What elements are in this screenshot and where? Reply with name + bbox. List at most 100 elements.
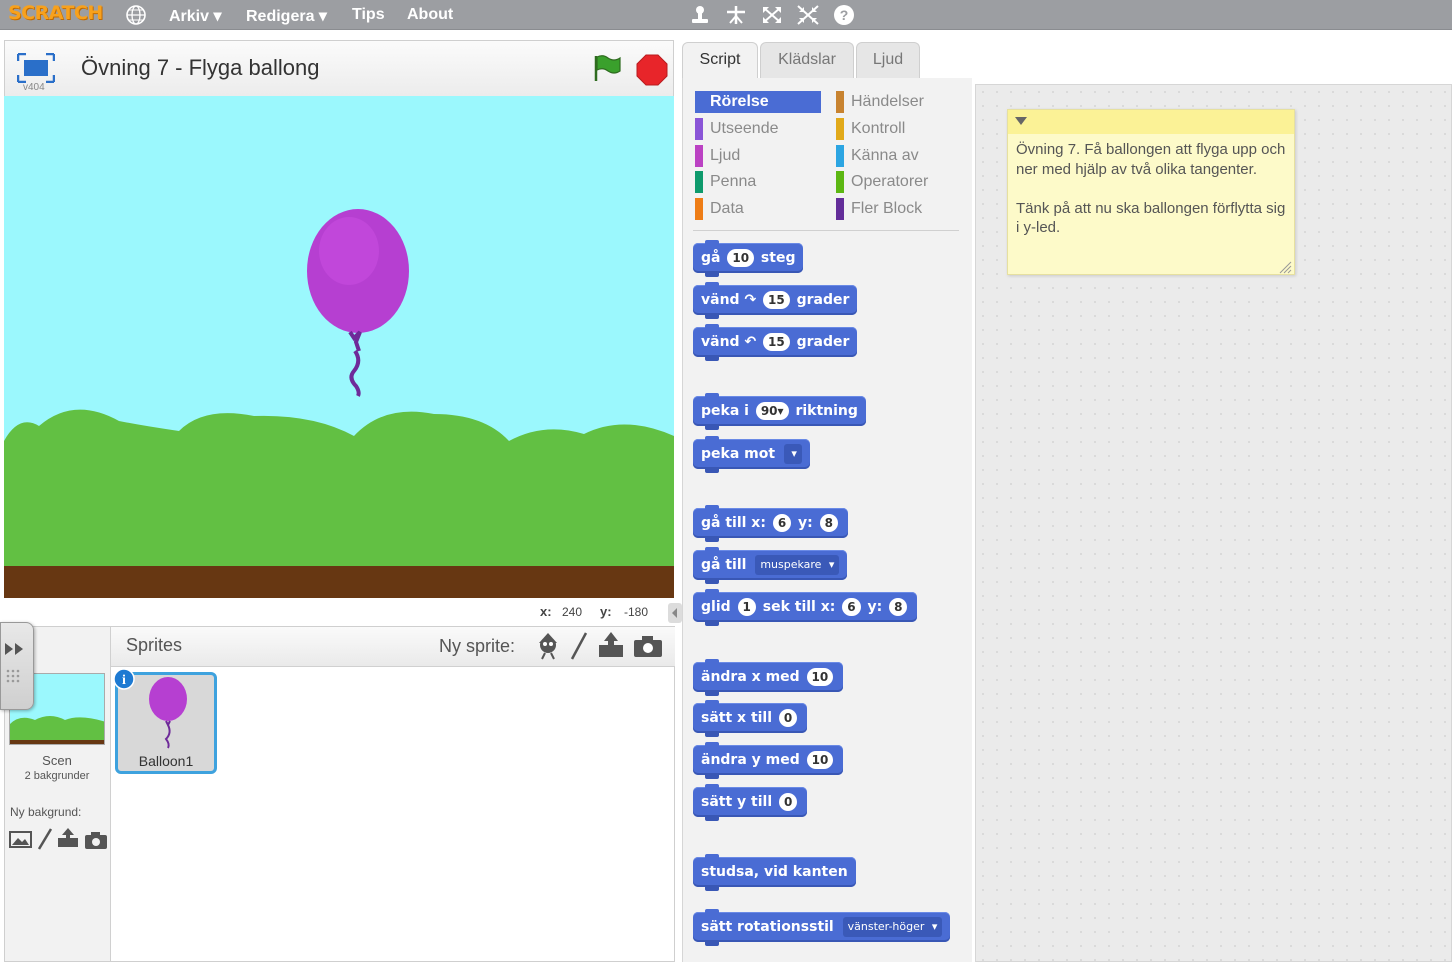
block-y-input[interactable]: 8 [889, 598, 908, 616]
category-motion[interactable]: Rörelse [695, 91, 821, 113]
block-number-input[interactable]: 15 [763, 291, 790, 309]
block-number-input[interactable]: 10 [727, 249, 755, 267]
block-seconds-input[interactable]: 1 [737, 598, 756, 616]
menu-arkiv[interactable]: Arkiv ▾ [169, 6, 222, 26]
block-text: sek till x: [762, 599, 836, 615]
project-title[interactable]: Övning 7 - Flyga ballong [81, 55, 319, 81]
sprite-library-icon[interactable] [535, 631, 561, 661]
block-direction-input[interactable]: 90▾ [755, 402, 789, 420]
category-color-swatch [836, 198, 844, 220]
category-pen[interactable]: Penna [695, 171, 821, 193]
category-control[interactable]: Kontroll [836, 118, 962, 140]
block-number-input[interactable]: 10 [806, 751, 834, 769]
block-text: gå till x: [701, 515, 766, 531]
comment-text[interactable]: Övning 7. Få ballongen att flyga upp och… [1016, 140, 1291, 238]
globe-icon[interactable] [124, 4, 148, 26]
tab-costumes[interactable]: Klädslar [760, 42, 854, 78]
y-value: -180 [624, 605, 649, 619]
help-icon[interactable]: ? [832, 4, 856, 26]
balloon-sprite[interactable] [304, 206, 414, 401]
grow-icon[interactable] [760, 4, 784, 26]
block-target-dropdown[interactable] [783, 444, 802, 464]
block-change-y[interactable]: ändra y med 10 [693, 742, 844, 779]
svg-text:?: ? [840, 7, 849, 23]
sprite-pane: Scen 2 bakgrunder Ny bakgrund: Sprites N… [4, 626, 675, 962]
block-text: riktning [795, 403, 858, 419]
stop-sign-icon[interactable] [636, 54, 668, 86]
new-backdrop-label: Ny bakgrund: [10, 805, 82, 819]
scratch-logo[interactable]: SCRATCH [8, 2, 103, 24]
block-glide[interactable]: glid 1 sek till x: 6 y: 8 [693, 589, 918, 626]
block-target-dropdown[interactable]: muspekare [755, 555, 840, 575]
tab-script[interactable]: Script [682, 42, 758, 78]
category-label: Fler Block [851, 200, 923, 217]
category-color-swatch [836, 171, 844, 193]
block-move-steps[interactable]: gå 10 steg [693, 240, 804, 277]
upload-sprite-icon[interactable] [597, 631, 625, 659]
y-label: y: [600, 604, 612, 619]
block-point-direction[interactable]: peka i 90▾ riktning [693, 393, 866, 430]
upload-backdrop-icon[interactable] [56, 827, 80, 849]
block-x-input[interactable]: 6 [772, 514, 792, 532]
comment-title-bar[interactable] [1008, 110, 1294, 134]
svg-text:i: i [122, 673, 126, 688]
block-y-input[interactable]: 8 [819, 514, 839, 532]
category-events[interactable]: Händelser [836, 91, 962, 113]
backpack-handle[interactable] [0, 622, 34, 710]
category-sound[interactable]: Ljud [695, 145, 821, 167]
block-text: vänd [701, 292, 740, 308]
block-text: ändra y med [701, 752, 800, 768]
category-operators[interactable]: Operatorer [836, 171, 962, 193]
scene-label: Scen [42, 753, 72, 768]
block-change-x[interactable]: ändra x med 10 [693, 659, 844, 696]
category-color-swatch [695, 118, 703, 140]
camera-backdrop-icon[interactable] [84, 830, 108, 850]
info-icon[interactable]: i [113, 668, 135, 690]
block-text: y: [798, 515, 813, 531]
paint-sprite-icon[interactable] [569, 631, 589, 661]
block-number-input[interactable]: 15 [763, 333, 790, 351]
comment-note[interactable]: Övning 7. Få ballongen att flyga upp och… [1007, 109, 1295, 275]
block-text: ändra x med [701, 669, 800, 685]
shrink-icon[interactable] [796, 4, 820, 26]
category-data[interactable]: Data [695, 198, 821, 220]
category-looks[interactable]: Utseende [695, 118, 821, 140]
stage-collapse-handle[interactable] [668, 603, 682, 623]
stage-canvas[interactable] [4, 96, 674, 598]
stage-header: Övning 7 - Flyga ballong v404 [4, 40, 674, 96]
backdrop-library-icon[interactable] [9, 829, 33, 849]
duplicate-stamp-icon[interactable] [688, 4, 712, 26]
block-number-input[interactable]: 10 [806, 668, 834, 686]
camera-sprite-icon[interactable] [633, 634, 663, 658]
menu-tips[interactable]: Tips [352, 6, 385, 24]
block-text: grader [796, 334, 850, 350]
presentation-mode-icon[interactable] [17, 53, 55, 83]
block-x-input[interactable]: 6 [842, 598, 861, 616]
green-flag-icon[interactable] [592, 53, 622, 83]
category-sensing[interactable]: Känna av [836, 145, 962, 167]
paint-backdrop-icon[interactable] [36, 827, 54, 851]
block-go-to-target[interactable]: gå till muspekare [693, 547, 848, 584]
tab-sounds[interactable]: Ljud [856, 42, 920, 78]
resize-grip-icon[interactable] [1278, 260, 1292, 274]
menu-about[interactable]: About [407, 6, 453, 24]
chevron-left-icon [672, 608, 677, 618]
block-set-rotation-style[interactable]: sätt rotationsstil vänster-höger [693, 909, 951, 946]
block-set-y[interactable]: sätt y till 0 [693, 784, 808, 821]
block-go-to-xy[interactable]: gå till x: 6 y: 8 [693, 505, 849, 542]
block-turn-right[interactable]: vänd ↷ 15 grader [693, 282, 858, 319]
category-more-blocks[interactable]: Fler Block [836, 198, 962, 220]
collapse-triangle-icon[interactable] [1014, 116, 1028, 126]
category-label: Ljud [710, 147, 741, 164]
block-set-x[interactable]: sätt x till 0 [693, 700, 808, 737]
block-rotation-dropdown[interactable]: vänster-höger [842, 917, 943, 937]
block-number-input[interactable]: 0 [779, 793, 798, 811]
block-text: sätt y till [701, 794, 773, 810]
x-value: 240 [562, 605, 583, 619]
block-turn-left[interactable]: vänd ↶ 15 grader [693, 324, 858, 361]
menu-redigera[interactable]: Redigera ▾ [246, 6, 327, 26]
block-number-input[interactable]: 0 [778, 709, 798, 727]
block-bounce-on-edge[interactable]: studsa, vid kanten [693, 854, 856, 891]
delete-scissors-icon[interactable] [724, 4, 748, 26]
block-point-towards[interactable]: peka mot [693, 436, 810, 473]
